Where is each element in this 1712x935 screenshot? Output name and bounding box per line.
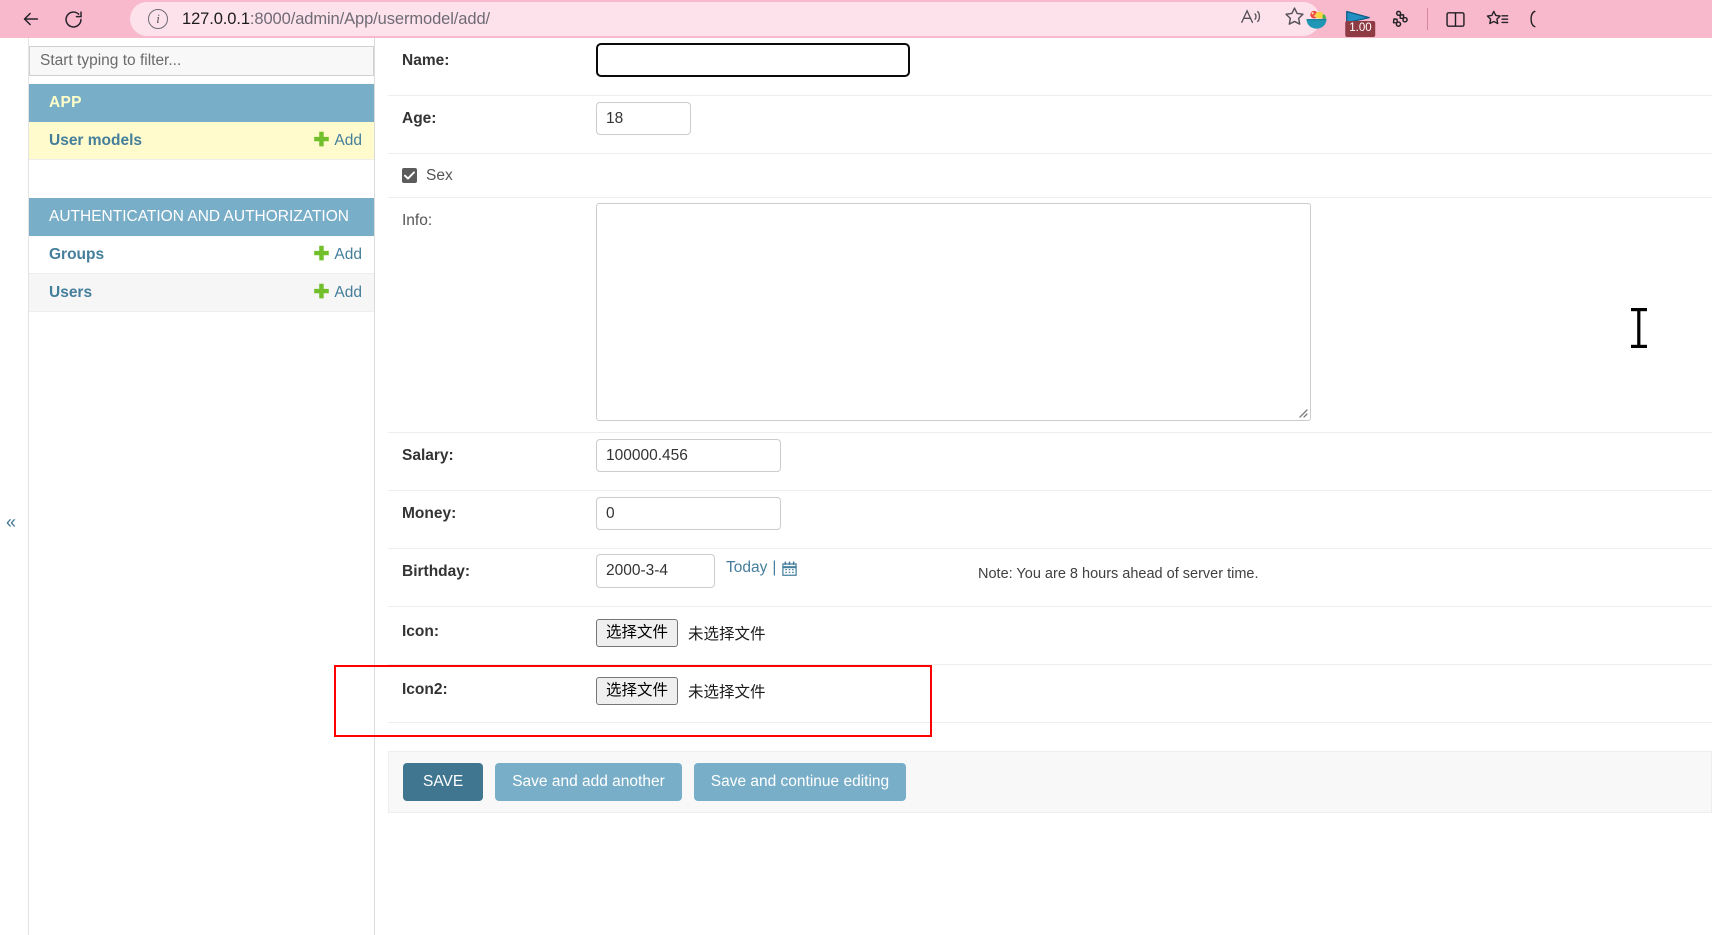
label-icon: Icon: bbox=[402, 623, 440, 640]
icon-file-control: 选择文件 未选择文件 bbox=[596, 619, 766, 648]
label-salary: Salary: bbox=[402, 447, 454, 464]
read-aloud-icon[interactable] bbox=[1240, 7, 1263, 32]
extensions-puzzle-icon[interactable] bbox=[1379, 0, 1421, 38]
sidebar-item-label: Users bbox=[49, 283, 93, 301]
shortcut-separator: | bbox=[772, 559, 777, 576]
sidebar-item-user-models[interactable]: User models ✚ Add bbox=[29, 122, 374, 160]
add-label: Add bbox=[334, 245, 362, 263]
profile-icon[interactable] bbox=[1518, 0, 1560, 38]
label-sex: Sex bbox=[426, 166, 453, 184]
sidebar-group-auth: AUTHENTICATION AND AUTHORIZATION Groups … bbox=[29, 198, 374, 312]
change-form: Name: Age: Sex Info: bbox=[334, 38, 1712, 935]
label-name: Name: bbox=[402, 52, 450, 69]
form-row-icon2: Icon2: 选择文件 未选择文件 bbox=[334, 665, 1712, 737]
sidebar-add-link-users[interactable]: ✚ Add bbox=[313, 283, 362, 302]
sidebar-group-title-auth: AUTHENTICATION AND AUTHORIZATION bbox=[29, 198, 374, 236]
flag-extension-icon[interactable]: 1.00 bbox=[1337, 0, 1379, 38]
sidebar-group-app: APP User models ✚ Add bbox=[29, 84, 374, 198]
icon2-file-control: 选择文件 未选择文件 bbox=[596, 677, 766, 706]
collections-icon[interactable] bbox=[1476, 0, 1518, 38]
page-body: « APP User models ✚ Add AUTHENTICATION A… bbox=[0, 38, 1712, 935]
save-and-continue-editing-button[interactable]: Save and continue editing bbox=[693, 762, 907, 802]
add-label: Add bbox=[334, 131, 362, 149]
icon-choose-file-button[interactable]: 选择文件 bbox=[596, 619, 679, 648]
toolbar-divider bbox=[1427, 8, 1428, 30]
add-label: Add bbox=[334, 283, 362, 301]
money-input[interactable] bbox=[596, 497, 781, 530]
back-button[interactable] bbox=[14, 2, 48, 36]
site-info-icon[interactable]: i bbox=[148, 9, 168, 29]
icon2-file-status: 未选择文件 bbox=[688, 684, 766, 702]
sidebar-collapse-chevron-icon[interactable]: « bbox=[6, 512, 16, 533]
sidebar-spacer bbox=[29, 160, 374, 198]
split-screen-icon[interactable] bbox=[1434, 0, 1476, 38]
plus-icon: ✚ bbox=[313, 244, 330, 265]
form-row-birthday: Birthday: Today | Note: You are 8 hours … bbox=[388, 549, 1712, 607]
plus-icon: ✚ bbox=[313, 282, 330, 303]
label-info: Info: bbox=[402, 212, 433, 229]
address-bar[interactable]: i 127.0.0.1:8000/admin/App/usermodel/add… bbox=[130, 2, 1320, 36]
textarea-resize-handle[interactable] bbox=[1294, 404, 1308, 418]
save-button[interactable]: SAVE bbox=[403, 762, 484, 802]
save-and-add-another-button[interactable]: Save and add another bbox=[495, 762, 682, 802]
form-row-salary: Salary: bbox=[388, 433, 1712, 491]
sidebar-item-groups[interactable]: Groups ✚ Add bbox=[29, 236, 374, 274]
birthday-input[interactable] bbox=[596, 554, 715, 588]
plus-icon: ✚ bbox=[313, 130, 330, 151]
form-row-name: Name: bbox=[388, 38, 1712, 96]
form-row-sex: Sex bbox=[388, 154, 1712, 198]
sex-checkbox[interactable] bbox=[402, 168, 417, 183]
timezone-note: Note: You are 8 hours ahead of server ti… bbox=[978, 566, 1259, 582]
browser-extensions-area: 1.00 bbox=[1295, 0, 1560, 38]
label-birthday: Birthday: bbox=[402, 563, 471, 580]
birthday-shortcuts: Today | bbox=[726, 559, 798, 577]
submit-row: SAVE Save and add another Save and conti… bbox=[388, 751, 1712, 813]
today-link[interactable]: Today bbox=[726, 559, 767, 577]
info-textarea[interactable] bbox=[596, 203, 1311, 421]
label-money: Money: bbox=[402, 505, 457, 522]
sidebar-item-label: User models bbox=[49, 131, 143, 149]
icon2-choose-file-button[interactable]: 选择文件 bbox=[596, 677, 679, 706]
age-input[interactable] bbox=[596, 102, 691, 135]
sidebar-filter-input[interactable] bbox=[29, 46, 374, 76]
sidebar-item-users[interactable]: Users ✚ Add bbox=[29, 274, 374, 312]
calendar-icon[interactable] bbox=[781, 560, 798, 577]
sidebar-add-link-groups[interactable]: ✚ Add bbox=[313, 245, 362, 264]
form-row-icon: Icon: 选择文件 未选择文件 bbox=[388, 607, 1712, 665]
label-age: Age: bbox=[402, 110, 437, 127]
fruit-bowl-extension-icon[interactable] bbox=[1295, 0, 1337, 38]
browser-toolbar: i 127.0.0.1:8000/admin/App/usermodel/add… bbox=[0, 0, 1712, 38]
sidebar-item-label: Groups bbox=[49, 245, 105, 263]
sidebar-group-title-app: APP bbox=[29, 84, 374, 122]
salary-input[interactable] bbox=[596, 439, 781, 472]
reload-button[interactable] bbox=[56, 2, 90, 36]
url-text: 127.0.0.1:8000/admin/App/usermodel/add/ bbox=[182, 9, 490, 28]
label-icon2: Icon2: bbox=[402, 681, 448, 698]
icon-file-status: 未选择文件 bbox=[688, 626, 766, 644]
sidebar-add-link-user-models[interactable]: ✚ Add bbox=[313, 131, 362, 150]
admin-sidebar: APP User models ✚ Add AUTHENTICATION AND… bbox=[28, 38, 375, 935]
form-row-age: Age: bbox=[388, 96, 1712, 154]
name-input[interactable] bbox=[596, 43, 910, 77]
form-row-money: Money: bbox=[388, 491, 1712, 549]
form-row-info: Info: bbox=[388, 198, 1712, 433]
flag-extension-badge: 1.00 bbox=[1345, 20, 1376, 37]
